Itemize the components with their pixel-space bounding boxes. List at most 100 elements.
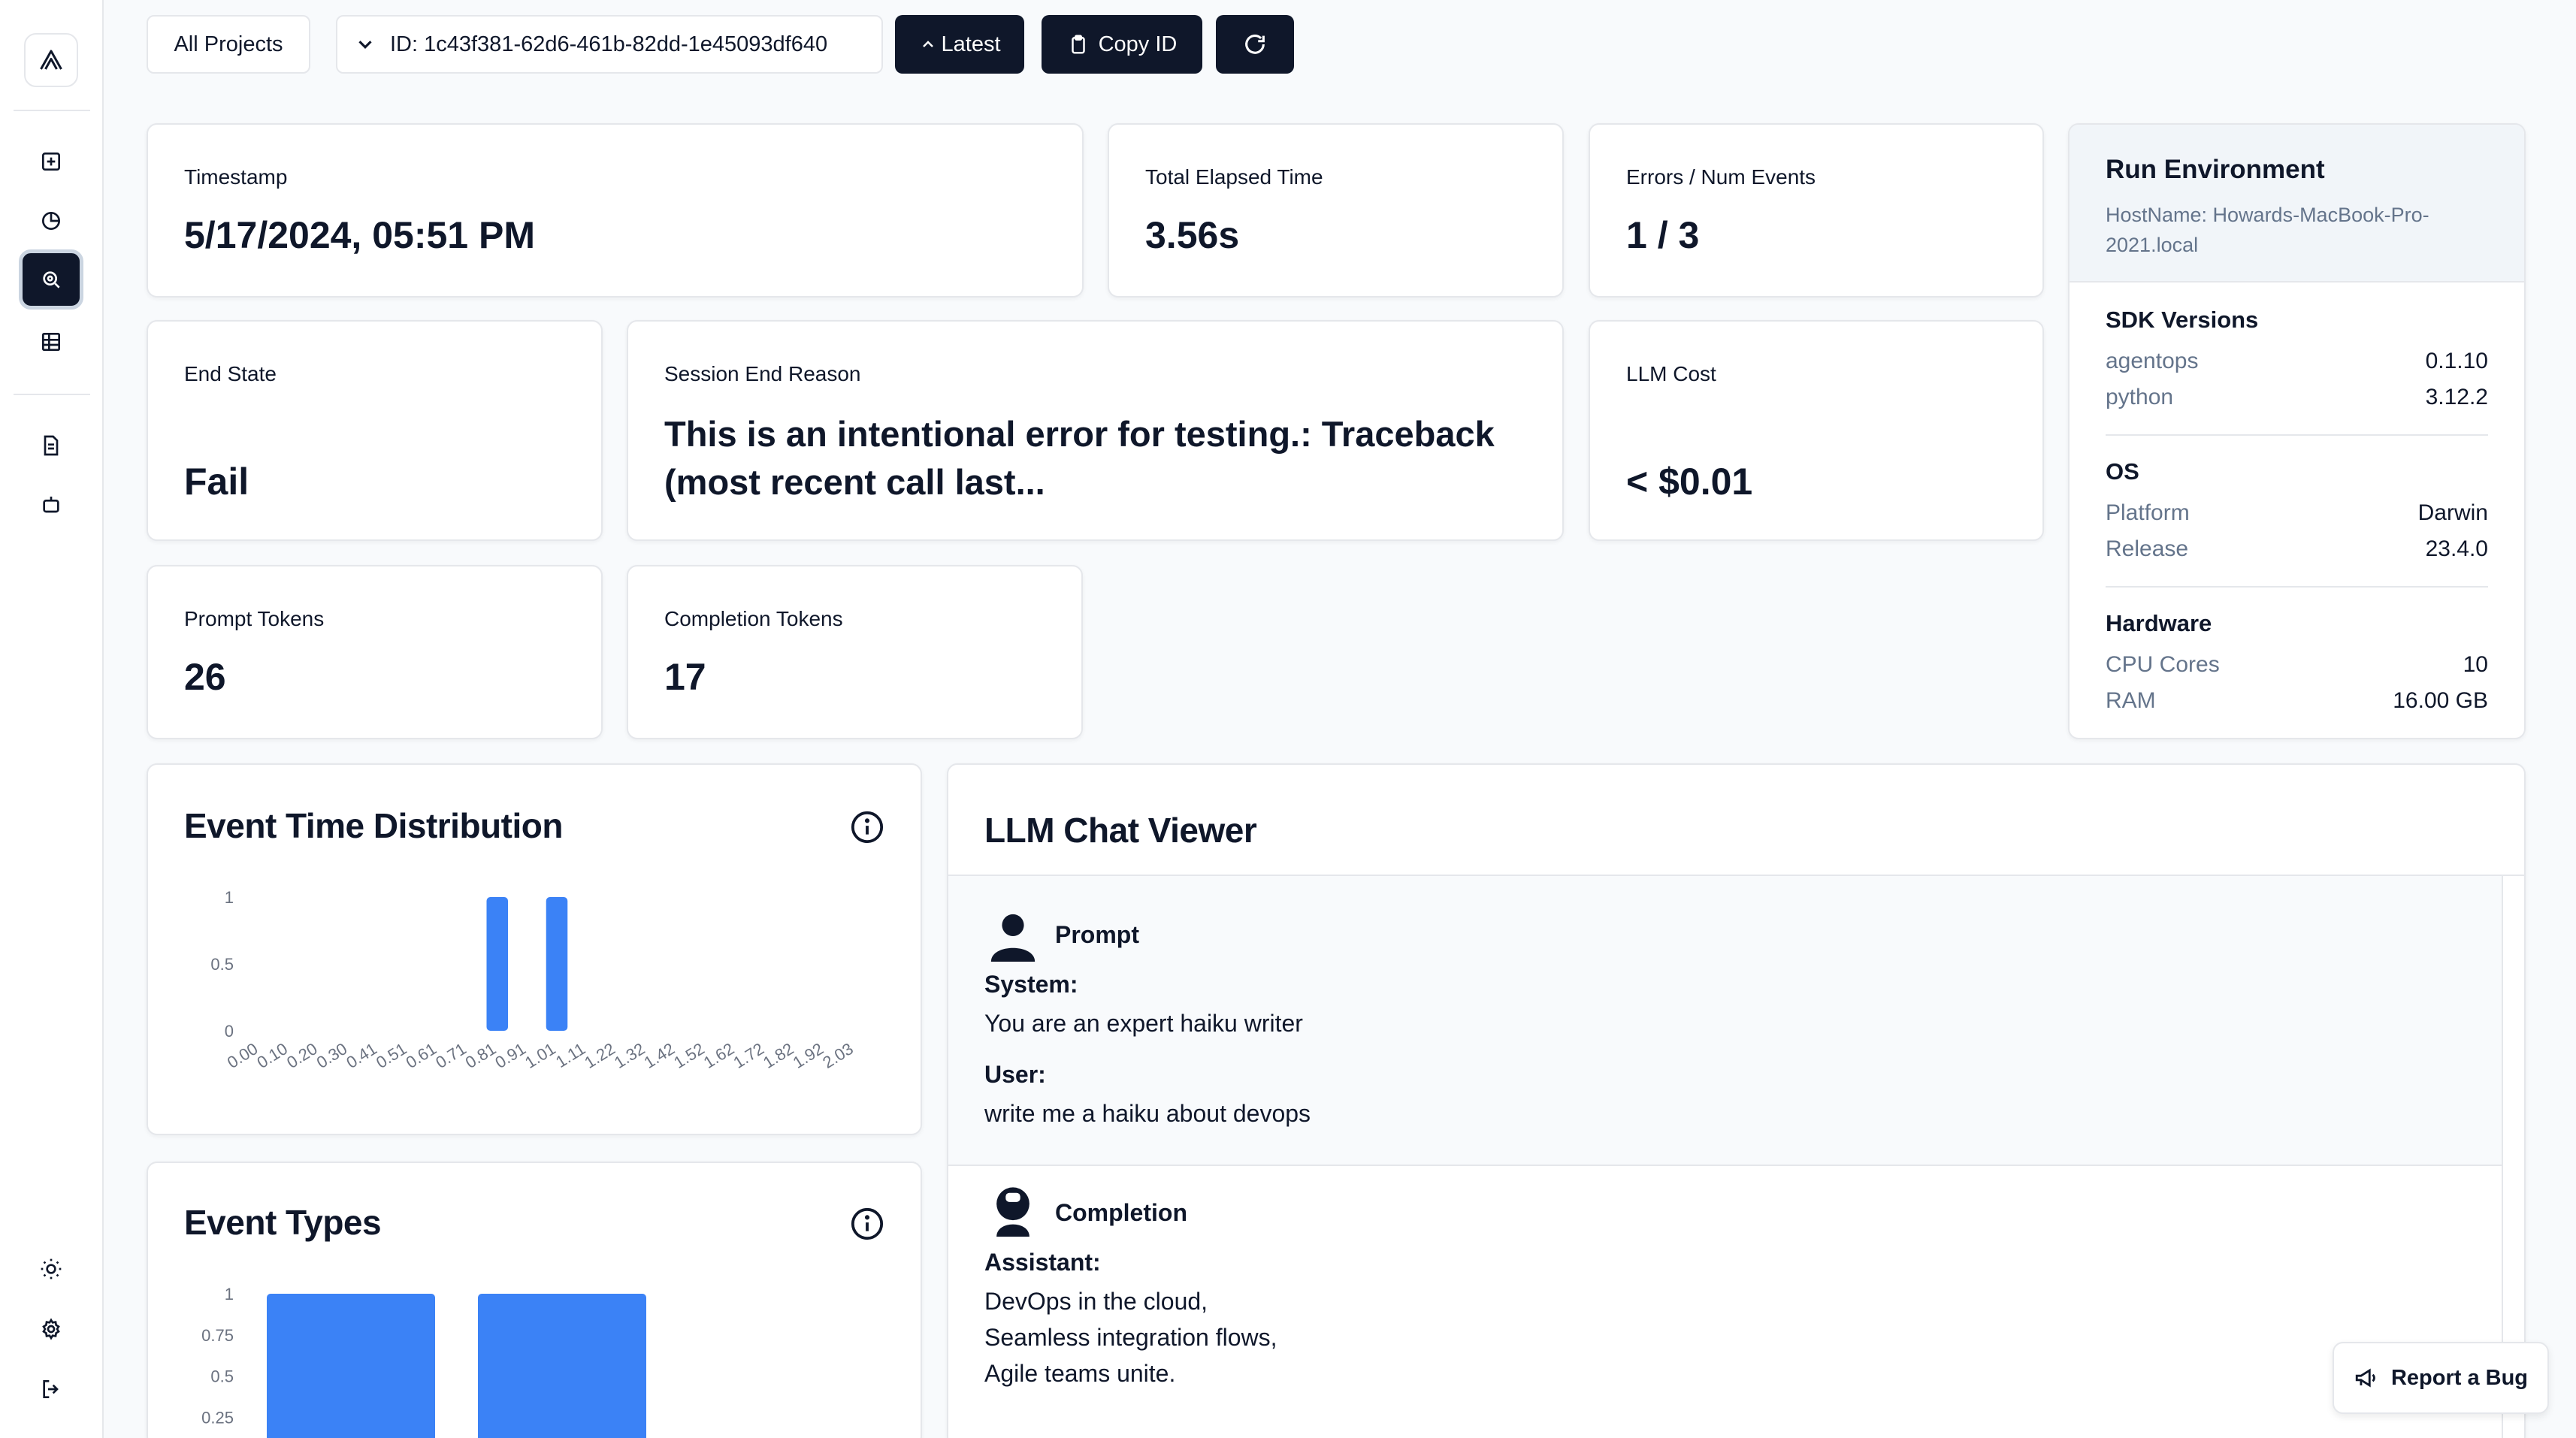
user-message: write me a haiku about devops	[984, 1100, 1311, 1127]
prompt-label: Prompt	[1055, 921, 1139, 948]
chevron-down-icon	[358, 41, 372, 49]
chart-bar	[478, 1294, 646, 1438]
os-row-release: Release 23.4.0	[2106, 536, 2488, 562]
completion-block: Completion Assistant: DevOps in the clou…	[948, 1166, 2503, 1438]
sidebar-divider	[14, 110, 90, 111]
completion-tokens-card: Completion Tokens 17	[627, 565, 1083, 739]
prompt-block: Prompt System: You are an expert haiku w…	[948, 876, 2503, 1165]
sidebar-item-chat[interactable]	[19, 476, 83, 536]
timestamp-value: 5/17/2024, 05:51 PM	[184, 214, 535, 256]
y-tick-label: 1	[225, 1285, 234, 1304]
sidebar-item-theme[interactable]	[19, 1239, 83, 1299]
search-zoom-icon	[43, 271, 60, 289]
event-time-chart: 00.510.000.100.200.300.410.510.610.710.8…	[210, 888, 857, 1072]
errors-label: Errors / Num Events	[1626, 165, 1816, 189]
sidebar-item-sessions-table[interactable]	[19, 312, 83, 372]
sdk-row-agentops: agentops 0.1.10	[2106, 349, 2488, 374]
chevron-up-icon	[922, 41, 933, 47]
prompt-tokens-value: 26	[184, 656, 226, 698]
timestamp-label: Timestamp	[184, 165, 288, 189]
prompt-tokens-label: Prompt Tokens	[184, 607, 325, 630]
env-title: Run Environment	[2106, 155, 2325, 184]
sidebar-item-logout[interactable]	[19, 1359, 83, 1419]
hw-row-cpu: CPU Cores 10	[2106, 652, 2488, 678]
y-tick-label: 0.25	[201, 1408, 234, 1427]
session-id-select[interactable]: ID: 1c43f381-62d6-461b-82dd-1e45093df640	[336, 15, 883, 74]
assistant-line: Seamless integration flows,	[984, 1324, 1277, 1351]
copy-id-label: Copy ID	[1098, 32, 1178, 56]
hw-value: 10	[2463, 652, 2488, 677]
event-types-chart: 1 0.75 0.5 0.25	[201, 1285, 646, 1438]
elapsed-label: Total Elapsed Time	[1145, 165, 1323, 189]
refresh-button[interactable]	[1216, 15, 1294, 74]
logout-icon	[43, 1380, 59, 1398]
sdk-key: python	[2106, 385, 2174, 409]
sdk-versions-title: SDK Versions	[2106, 307, 2259, 333]
refresh-icon	[1245, 35, 1265, 54]
sun-icon	[41, 1258, 62, 1279]
run-environment-card: Run Environment HostName: Howards-MacBoo…	[2068, 123, 2526, 739]
os-value: Darwin	[2417, 500, 2488, 525]
event-time-distribution-card: Event Time Distribution 0 0.5 1 0.00 0.10 0.2…	[147, 763, 922, 1135]
llm-cost-value: < $0.01	[1626, 461, 1753, 503]
latest-label: Latest	[941, 32, 1001, 56]
os-title: OS	[2106, 458, 2139, 485]
sidebar-item-new[interactable]	[19, 131, 83, 192]
chart-bar	[267, 1294, 435, 1438]
completion-tokens-value: 17	[664, 656, 706, 698]
chart-bar	[486, 897, 509, 1031]
gear-icon	[42, 1318, 60, 1340]
hardware-title: Hardware	[2106, 610, 2212, 636]
logo-icon	[40, 50, 62, 70]
chat-title: LLM Chat Viewer	[984, 811, 1257, 850]
x-tick-label: 2.03	[819, 1039, 857, 1072]
bot-icon	[43, 497, 59, 513]
y-tick-label: 1	[225, 888, 234, 907]
all-projects-button[interactable]: All Projects	[147, 15, 310, 74]
report-bug-label: Report a Bug	[2390, 1365, 2529, 1390]
assistant-line: DevOps in the cloud,	[984, 1288, 1208, 1315]
all-projects-label: All Projects	[174, 32, 283, 56]
timestamp-card: Timestamp 5/17/2024, 05:51 PM	[147, 123, 1084, 298]
megaphone-icon	[2355, 1368, 2375, 1388]
sdk-value: 0.1.10	[2425, 349, 2488, 373]
end-reason-value: This is an intentional error for testing…	[664, 414, 1495, 502]
sidebar-item-session-drilldown[interactable]	[19, 249, 83, 310]
sidebar-item-settings[interactable]	[19, 1299, 83, 1359]
errors-value: 1 / 3	[1626, 214, 1700, 256]
session-id-label: ID: 1c43f381-62d6-461b-82dd-1e45093df640	[390, 32, 828, 56]
llm-chat-viewer-card: LLM Chat Viewer Prompt System: You are a…	[947, 763, 2526, 1438]
env-hostname: HostName: Howards-MacBook-Pro-2021.local	[2106, 204, 2429, 256]
os-value: 23.4.0	[2425, 536, 2488, 561]
chart-bar	[546, 897, 568, 1031]
system-role: System:	[984, 971, 1078, 998]
completion-label: Completion	[1055, 1199, 1187, 1226]
hw-row-ram: RAM 16.00 GB	[2106, 688, 2488, 714]
copy-id-button[interactable]: Copy ID	[1042, 15, 1202, 74]
sidebar-item-docs[interactable]	[19, 415, 83, 476]
y-tick-label: 0.5	[210, 955, 234, 974]
y-tick-label: 0	[225, 1022, 234, 1041]
clipboard-icon	[1071, 35, 1085, 54]
pie-chart-icon	[42, 212, 60, 230]
sdk-value: 3.12.2	[2425, 385, 2488, 409]
os-row-platform: Platform Darwin	[2106, 500, 2488, 526]
system-message: You are an expert haiku writer	[984, 1010, 1303, 1037]
end-state-value: Fail	[184, 461, 249, 503]
sdk-row-python: python 3.12.2	[2106, 385, 2488, 410]
prompt-tokens-card: Prompt Tokens 26	[147, 565, 603, 739]
sdk-key: agentops	[2106, 349, 2199, 373]
elapsed-time-card: Total Elapsed Time 3.56s	[1108, 123, 1564, 298]
robot-avatar-icon	[996, 1187, 1029, 1237]
agentops-logo[interactable]	[24, 33, 78, 87]
os-key: Release	[2106, 536, 2189, 561]
report-bug-button[interactable]: Report a Bug	[2333, 1342, 2549, 1414]
env-divider	[2106, 586, 2488, 588]
sidebar-item-overview[interactable]	[19, 191, 83, 251]
completion-tokens-label: Completion Tokens	[664, 607, 843, 630]
end-state-label: End State	[184, 362, 277, 385]
latest-button[interactable]: Latest	[895, 15, 1024, 74]
event-types-card: Event Types 1 0.75 0.5 0.25	[147, 1162, 922, 1438]
assistant-line: Agile teams unite.	[984, 1360, 1176, 1387]
y-tick-label: 0.5	[210, 1367, 234, 1386]
